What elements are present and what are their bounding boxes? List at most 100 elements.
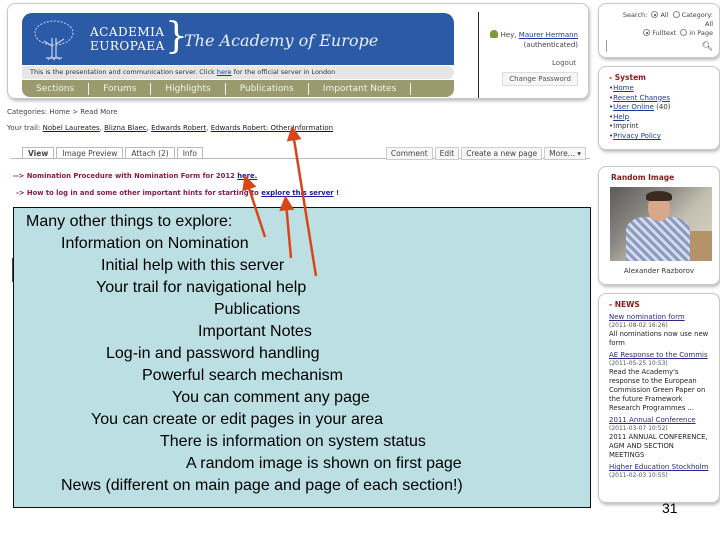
random-image-title: Random Image — [611, 173, 675, 182]
news-item: New nomination form (2011-08-02 16:26) A… — [609, 313, 711, 348]
news-item: Higher Education Stockholm (2011-02-03 1… — [609, 463, 711, 480]
callout-box: Many other things to explore: Informatio… — [13, 207, 591, 508]
page-actions: Comment Edit Create a new page More... ▾ — [384, 147, 586, 160]
callout-line: Your trail for navigational help — [96, 279, 307, 296]
news-item-body: Read the Academy's response to the Europ… — [609, 368, 706, 412]
user-status: (authenticated) — [523, 41, 578, 49]
callout-line: Initial help with this server — [101, 257, 285, 274]
search-input[interactable] — [606, 40, 607, 52]
explore-server-link[interactable]: explore this server — [261, 189, 333, 197]
callout-line: You can create or edit pages in your are… — [91, 411, 384, 428]
user-online-link[interactable]: User Online — [613, 103, 654, 111]
nav-publications[interactable]: Publications — [226, 82, 309, 95]
info-text: This is the presentation and communicati… — [30, 68, 217, 76]
callout-line: Many other things to explore: — [26, 213, 233, 230]
nav-highlights[interactable]: Highlights — [151, 82, 226, 95]
imprint-text[interactable]: Imprint — [613, 122, 638, 130]
header-panel: ACADEMIA EUROPAEA } The Academy of Europ… — [7, 3, 589, 99]
news-item: AE Response to the Commis (2011-05-25 10… — [609, 351, 711, 413]
callout-line: Log-in and password handling — [106, 345, 320, 362]
news-item: 2011 Annual Conference (2011-03-07 10:52… — [609, 416, 711, 460]
radio-category[interactable] — [672, 11, 680, 18]
slide-page-number: 31 — [662, 500, 678, 516]
callout-line: There is information on system status — [160, 433, 426, 450]
comment-button[interactable]: Comment — [385, 147, 433, 160]
edit-button[interactable]: Edit — [434, 147, 460, 160]
user-block: Hey, Maurer Hermann (authenticated) — [489, 30, 578, 50]
change-password-button[interactable]: Change Password — [502, 72, 578, 86]
login-hints-notice: -> How to log in and some other importan… — [16, 189, 339, 197]
news-item-title[interactable]: 2011 Annual Conference — [609, 416, 711, 425]
system-item-help: Help — [609, 113, 719, 123]
info-text-after: for the official server in London — [231, 68, 336, 76]
callout-line: A random image is shown on first page — [186, 455, 462, 472]
logout-link[interactable]: Logout — [552, 59, 576, 67]
home-link[interactable]: Home — [613, 84, 634, 92]
logo-text: ACADEMIA EUROPAEA — [90, 25, 165, 53]
trail-breadcrumb: Your trail: Nobel Laureates, Blizna Blae… — [7, 124, 334, 132]
logo-line2: EUROPAEA — [90, 39, 165, 53]
news-item-body: 2011 ANNUAL CONFERENCE, AGM AND SECTION … — [609, 433, 708, 459]
trail-item[interactable]: Edwards Robert — [151, 124, 206, 132]
main-nav: Sections Forums Highlights Publications … — [22, 80, 454, 97]
search-mode-row: Fulltext in Page — [641, 29, 713, 37]
random-image-caption: Alexander Razborov — [623, 267, 695, 275]
search-scope-row: Search: All Category: — [623, 11, 713, 19]
news-list: New nomination form (2011-08-02 16:26) A… — [599, 311, 719, 480]
callout-line: You can comment any page — [172, 389, 370, 406]
more-menu-button[interactable]: More... ▾ — [544, 147, 586, 160]
trail-item[interactable]: Nobel Laureates — [43, 124, 100, 132]
news-item-title[interactable]: AE Response to the Commis — [609, 351, 711, 360]
random-image-photo[interactable] — [610, 187, 712, 261]
categories-breadcrumb: Categories: Home > Read More — [7, 108, 118, 116]
search-box: Search: All Category: All Fulltext in Pa… — [598, 3, 720, 58]
create-page-button[interactable]: Create a new page — [461, 147, 543, 160]
radio-fulltext-label: Fulltext — [652, 29, 677, 37]
radio-fulltext[interactable] — [643, 29, 651, 36]
nomination-form-link[interactable]: here. — [237, 172, 257, 180]
category-select[interactable]: All — [705, 20, 713, 28]
system-item-privacy: Privacy Policy — [609, 132, 719, 142]
site-tagline: The Academy of Europe — [184, 31, 379, 50]
nav-sections[interactable]: Sections — [22, 82, 90, 95]
help-link[interactable]: Help — [613, 113, 629, 121]
news-item-date: (2011-03-07 10:52) — [609, 425, 668, 432]
official-server-link[interactable]: here — [217, 68, 232, 76]
callout-line: Important Notes — [198, 323, 312, 340]
nomination-notice-text: --> Nomination Procedure with Nomination… — [13, 172, 238, 180]
tree-logo-icon — [34, 20, 74, 61]
user-greeting: Hey, — [500, 31, 517, 39]
nav-forums[interactable]: Forums — [89, 82, 152, 95]
news-item-date: (2011-02-03 10:55) — [609, 472, 668, 479]
nomination-notice: --> Nomination Procedure with Nomination… — [13, 172, 257, 180]
system-item-user-online: User Online (40) — [609, 103, 719, 113]
info-bar: This is the presentation and communicati… — [22, 66, 454, 79]
privacy-policy-link[interactable]: Privacy Policy — [613, 132, 661, 140]
system-box: - System Home Recent Changes User Online… — [598, 66, 720, 150]
system-item-home: Home — [609, 84, 719, 94]
logo-line1: ACADEMIA — [90, 25, 165, 39]
callout-line: Publications — [214, 301, 301, 318]
search-icon[interactable]: 🔍︎ — [702, 42, 713, 52]
radio-title[interactable] — [680, 29, 688, 36]
search-label: Search: — [622, 11, 648, 19]
header-divider — [478, 12, 479, 98]
user-online-count: (40) — [653, 103, 671, 112]
user-name-link[interactable]: Maurer Hermann — [519, 31, 578, 39]
trail-item[interactable]: Edwards Robert: Other Information — [211, 124, 333, 132]
login-hints-text: -> How to log in and some other importan… — [16, 189, 262, 197]
photo-hair — [646, 191, 672, 201]
system-list: Home Recent Changes User Online (40) Hel… — [599, 84, 719, 142]
site-banner[interactable]: ACADEMIA EUROPAEA } The Academy of Europ… — [22, 13, 454, 65]
random-image-box: Random Image Alexander Razborov — [598, 166, 720, 285]
news-item-title[interactable]: New nomination form — [609, 313, 711, 322]
news-item-date: (2011-08-02 16:26) — [609, 322, 668, 329]
trail-item[interactable]: Blizna Blaec — [104, 124, 147, 132]
recent-changes-link[interactable]: Recent Changes — [613, 94, 670, 102]
trail-label: Your trail: — [7, 124, 41, 132]
news-item-date: (2011-05-25 10:53) — [609, 360, 668, 367]
news-item-title[interactable]: Higher Education Stockholm — [609, 463, 711, 472]
login-hints-after: ! — [333, 189, 340, 197]
nav-important-notes[interactable]: Important Notes — [309, 82, 412, 95]
radio-all[interactable] — [651, 11, 659, 18]
